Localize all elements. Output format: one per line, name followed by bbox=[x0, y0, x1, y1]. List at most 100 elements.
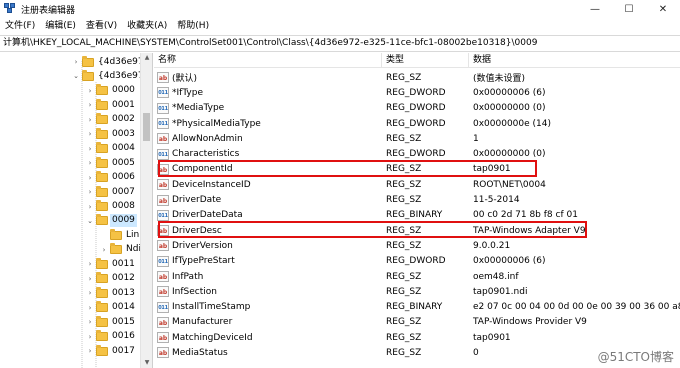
tree-item-label: 0017 bbox=[112, 345, 135, 356]
menu-help[interactable]: 帮助(H) bbox=[172, 18, 214, 34]
tree-item[interactable]: › 0016 bbox=[86, 330, 137, 344]
expand-chevron-icon[interactable]: › bbox=[86, 87, 94, 95]
column-type-header[interactable]: 类型 bbox=[382, 53, 469, 68]
folder-icon bbox=[96, 113, 108, 125]
table-row[interactable]: ab AllowNonAdmin REG_SZ 1 bbox=[154, 131, 680, 146]
table-row[interactable]: ab DeviceInstanceID REG_SZ ROOT\NET\0004 bbox=[154, 177, 680, 192]
table-row[interactable]: 011 *PhysicalMediaType REG_DWORD 0x0000000e… bbox=[154, 116, 680, 131]
tree-item[interactable]: › 0007 bbox=[86, 185, 137, 199]
folder-icon bbox=[96, 214, 108, 226]
tree-item[interactable]: ⌄ 0009 bbox=[86, 214, 137, 228]
table-row[interactable]: ab InfSection REG_SZ tap0901.ndi bbox=[154, 284, 680, 299]
table-row[interactable]: 011 InstallTimeStamp REG_BINARY e2 07 0c 00… bbox=[154, 299, 680, 314]
address-bar[interactable]: 计算机\HKEY_LOCAL_MACHINE\SYSTEM\ControlSet… bbox=[0, 35, 680, 52]
scroll-down-arrow-icon[interactable]: ▼ bbox=[141, 358, 152, 368]
menu-edit[interactable]: 编辑(E) bbox=[40, 18, 81, 34]
tree-scrollbar[interactable]: ▲ ▼ bbox=[140, 53, 152, 368]
tree-item[interactable]: › 0015 bbox=[86, 315, 137, 329]
values-list-pane: 名称 类型 数据 ab (默认) REG_SZ (数值未设置) 011 *IfType RE… bbox=[154, 53, 680, 368]
table-row[interactable]: 011 IfTypePreStart REG_DWORD 0x00000006 (6) bbox=[154, 254, 680, 269]
expand-chevron-icon[interactable]: › bbox=[86, 289, 94, 297]
expand-chevron-icon[interactable]: › bbox=[86, 174, 94, 182]
table-row[interactable]: ab DriverVersion REG_SZ 9.0.0.21 bbox=[154, 238, 680, 253]
expand-chevron-icon[interactable]: › bbox=[86, 260, 94, 268]
scroll-up-arrow-icon[interactable]: ▲ bbox=[141, 53, 152, 63]
value-type-cell: REG_SZ bbox=[386, 332, 422, 343]
column-data-header[interactable]: 数据 bbox=[469, 53, 680, 68]
tree-item[interactable]: › 0013 bbox=[86, 286, 137, 300]
collapse-chevron-icon[interactable]: ⌄ bbox=[72, 72, 80, 80]
table-row[interactable]: 011 Characteristics REG_DWORD 0x00000000 (0… bbox=[154, 146, 680, 161]
value-name-cell: ab InfSection bbox=[154, 286, 382, 298]
maximize-button[interactable]: ☐ bbox=[612, 0, 646, 18]
menu-favorites[interactable]: 收藏夹(A) bbox=[122, 18, 172, 34]
string-value-icon: ab bbox=[157, 286, 169, 298]
value-type-cell: REG_DWORD bbox=[386, 103, 446, 114]
table-row[interactable]: ab InfPath REG_SZ oem48.inf bbox=[154, 269, 680, 284]
tree-item[interactable]: › 0012 bbox=[86, 272, 137, 286]
close-button[interactable]: ✕ bbox=[646, 0, 680, 18]
table-row[interactable]: ab ComponentId REG_SZ tap0901 bbox=[154, 162, 680, 177]
expand-chevron-icon[interactable]: › bbox=[86, 145, 94, 153]
table-row[interactable]: ab MatchingDeviceId REG_SZ tap0901 bbox=[154, 330, 680, 345]
table-row[interactable]: ab (默认) REG_SZ (数值未设置) bbox=[154, 70, 680, 85]
tree-item[interactable]: › 0003 bbox=[86, 127, 137, 141]
tree-item[interactable]: › 0014 bbox=[86, 301, 137, 315]
table-row[interactable]: ab DriverDesc REG_SZ TAP-Windows Adapter V9 bbox=[154, 223, 680, 238]
expand-chevron-icon[interactable]: › bbox=[86, 203, 94, 211]
table-row[interactable]: 011 *MediaType REG_DWORD 0x00000000 (0) bbox=[154, 101, 680, 116]
value-name: DriverDateData bbox=[172, 210, 243, 221]
value-type-cell: REG_SZ bbox=[386, 164, 422, 175]
list-header: 名称 类型 数据 bbox=[154, 53, 680, 68]
folder-icon bbox=[96, 142, 108, 154]
tree-item[interactable]: › 0001 bbox=[86, 98, 137, 112]
column-name-header[interactable]: 名称 bbox=[154, 53, 382, 68]
tree-item[interactable]: › Ndi bbox=[100, 243, 143, 257]
key-tree-pane: › {4d36e971 ⌄ {4d36e972 › 0000 › 0001 › 0002 › 0003… bbox=[0, 53, 153, 368]
collapse-chevron-icon[interactable]: ⌄ bbox=[86, 217, 94, 225]
tree-item[interactable]: › 0002 bbox=[86, 113, 137, 127]
value-name-cell: ab InfPath bbox=[154, 271, 382, 282]
value-name-cell: ab MatchingDeviceId bbox=[154, 332, 382, 344]
tree-scroll-thumb[interactable] bbox=[143, 113, 150, 141]
expand-chevron-icon[interactable]: › bbox=[86, 130, 94, 138]
folder-icon bbox=[96, 272, 108, 284]
expand-chevron-icon[interactable]: › bbox=[86, 347, 94, 355]
string-value-icon: ab bbox=[157, 240, 169, 252]
string-value-icon: ab bbox=[157, 194, 169, 206]
folder-icon bbox=[96, 330, 108, 342]
tree-item[interactable]: › 0017 bbox=[86, 344, 137, 358]
menu-file[interactable]: 文件(F) bbox=[0, 18, 40, 34]
tree-item[interactable]: › 0011 bbox=[86, 257, 137, 271]
expand-chevron-icon[interactable]: › bbox=[86, 333, 94, 341]
registry-editor-icon bbox=[4, 3, 16, 15]
tree-item[interactable]: › 0008 bbox=[86, 200, 137, 214]
tree-item[interactable]: › 0000 bbox=[86, 84, 137, 98]
minimize-button[interactable]: — bbox=[578, 0, 612, 18]
table-row[interactable]: ab DriverDate REG_SZ 11-5-2014 bbox=[154, 192, 680, 207]
expand-chevron-icon[interactable]: › bbox=[86, 116, 94, 124]
expand-chevron-icon[interactable]: › bbox=[100, 246, 108, 254]
expand-chevron-icon[interactable]: › bbox=[86, 159, 94, 167]
tree-item[interactable]: › 0004 bbox=[86, 142, 137, 156]
table-row[interactable]: 011 *IfType REG_DWORD 0x00000006 (6) bbox=[154, 85, 680, 100]
value-type-cell: REG_DWORD bbox=[386, 118, 446, 129]
expand-chevron-icon[interactable]: › bbox=[86, 275, 94, 283]
string-value-icon: ab bbox=[157, 347, 169, 359]
value-data-cell: tap0901 bbox=[473, 164, 511, 175]
expand-chevron-icon[interactable]: › bbox=[86, 304, 94, 312]
tree-item-label: 0014 bbox=[112, 302, 135, 313]
folder-icon bbox=[96, 301, 108, 313]
expand-chevron-icon[interactable]: › bbox=[86, 188, 94, 196]
table-row[interactable]: ab Manufacturer REG_SZ TAP-Windows Provider… bbox=[154, 315, 680, 330]
value-data-cell: tap0901 bbox=[473, 332, 511, 343]
tree-item[interactable]: › 0005 bbox=[86, 156, 137, 170]
value-name-cell: ab MediaStatus bbox=[154, 347, 382, 359]
menu-view[interactable]: 查看(V) bbox=[81, 18, 122, 34]
expand-chevron-icon[interactable]: › bbox=[86, 101, 94, 109]
tree-item-label: 0012 bbox=[112, 273, 135, 284]
expand-chevron-icon[interactable]: › bbox=[86, 318, 94, 326]
table-row[interactable]: 011 DriverDateData REG_BINARY 00 c0 2d 71 8… bbox=[154, 208, 680, 223]
expand-chevron-icon[interactable]: › bbox=[72, 58, 80, 66]
tree-item[interactable]: › 0006 bbox=[86, 171, 137, 185]
